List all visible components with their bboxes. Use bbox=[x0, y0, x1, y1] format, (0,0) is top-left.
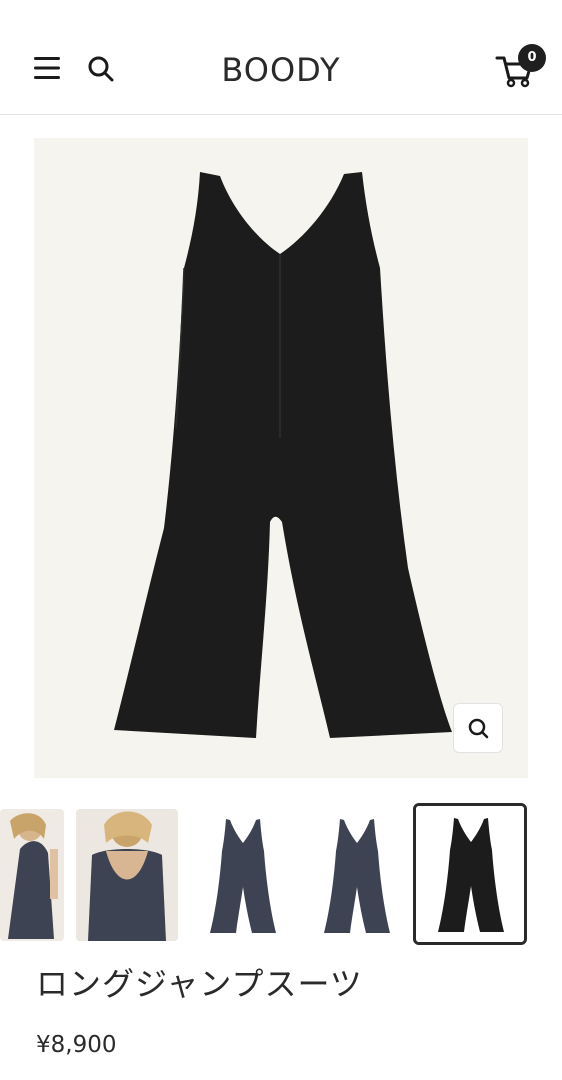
product-price: ¥8,900 bbox=[36, 1032, 117, 1058]
thumbnail-5-selected[interactable] bbox=[413, 803, 527, 945]
zoom-icon bbox=[468, 718, 489, 739]
cart-count-badge[interactable]: 0 bbox=[518, 44, 546, 72]
thumbnail-2[interactable] bbox=[76, 809, 178, 941]
thumbnail-1[interactable] bbox=[0, 809, 64, 941]
brand-logo[interactable]: BOODY bbox=[206, 50, 356, 90]
hamburger-menu-icon[interactable] bbox=[32, 55, 62, 81]
thumbnail-4[interactable] bbox=[306, 809, 406, 941]
search-icon[interactable] bbox=[86, 54, 116, 84]
thumbnail-strip bbox=[0, 803, 562, 948]
thumbnail-3[interactable] bbox=[190, 809, 294, 941]
jumpsuit-image bbox=[114, 172, 452, 738]
zoom-button[interactable] bbox=[453, 703, 503, 753]
product-title: ロングジャンプスーツ bbox=[36, 965, 363, 1003]
main-product-image[interactable] bbox=[34, 138, 528, 778]
site-header: BOODY 0 bbox=[0, 0, 562, 115]
